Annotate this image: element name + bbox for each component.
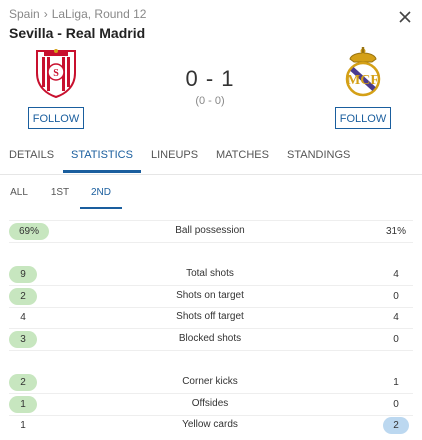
match-header: Spain › LaLiga, Round 12 Sevilla - Real Ma… xyxy=(0,0,422,140)
away-value: 0 xyxy=(393,399,399,410)
divider xyxy=(9,350,413,351)
stat-row-corner-kicks: 2 Corner kicks 1 xyxy=(0,371,422,393)
home-value: 69% xyxy=(9,223,49,240)
home-value: 4 xyxy=(20,312,26,323)
tab-standings[interactable]: STANDINGS xyxy=(287,142,350,173)
tab-statistics[interactable]: STATISTICS xyxy=(63,142,141,173)
stat-label: Shots off target xyxy=(176,311,244,322)
home-value: 1 xyxy=(20,420,26,431)
close-button[interactable] xyxy=(396,8,414,26)
stat-row-ball-possession: 69% Ball possession 31% xyxy=(0,220,422,242)
stat-row-shots-off-target: 4 Shots off target 4 xyxy=(0,306,422,328)
away-value: 4 xyxy=(393,269,399,280)
home-value: 3 xyxy=(9,331,37,348)
tab-details[interactable]: DETAILS xyxy=(9,142,54,173)
follow-away-button[interactable]: FOLLOW xyxy=(335,107,391,129)
away-value: 0 xyxy=(393,291,399,302)
breadcrumb-separator: › xyxy=(43,7,48,21)
subtab-all[interactable]: ALL xyxy=(8,180,30,209)
follow-home-button[interactable]: FOLLOW xyxy=(28,107,84,129)
breadcrumb-competition[interactable]: LaLiga, Round 12 xyxy=(52,7,147,21)
halftime-score: (0 - 0) xyxy=(195,95,225,107)
stat-label: Offsides xyxy=(191,398,229,409)
subtab-2nd[interactable]: 2ND xyxy=(80,180,122,209)
away-value: 31% xyxy=(385,226,406,237)
period-tabs: ALL 1ST 2ND xyxy=(0,180,422,210)
tab-matches[interactable]: MATCHES xyxy=(216,142,269,173)
home-team-logo[interactable]: S xyxy=(31,47,81,99)
away-value: 2 xyxy=(383,417,409,434)
sevilla-crest-icon: S xyxy=(36,49,76,99)
svg-text:MCF: MCF xyxy=(347,73,379,88)
stat-label: Total shots xyxy=(186,268,234,279)
tab-lineups[interactable]: LINEUPS xyxy=(151,142,198,173)
score: 0 - 1 xyxy=(185,66,235,91)
away-value: 0 xyxy=(393,334,399,345)
home-value: 2 xyxy=(9,288,37,305)
home-value: 2 xyxy=(9,374,37,391)
stat-label: Yellow cards xyxy=(182,419,238,430)
stat-row-blocked-shots: 3 Blocked shots 0 xyxy=(0,328,422,350)
stat-label: Blocked shots xyxy=(178,333,242,344)
home-value: 1 xyxy=(9,396,37,413)
stat-label: Ball possession xyxy=(175,225,245,236)
stat-row-shots-on-target: 2 Shots on target 0 xyxy=(0,285,422,307)
real-madrid-crest-icon: MCF xyxy=(345,47,381,97)
home-value: 9 xyxy=(9,266,37,283)
away-team-logo[interactable]: MCF xyxy=(338,45,388,97)
breadcrumb: Spain › LaLiga, Round 12 xyxy=(9,7,146,21)
close-icon xyxy=(399,11,411,23)
match-title: Sevilla - Real Madrid xyxy=(9,25,146,41)
stat-row-offsides: 1 Offsides 0 xyxy=(0,393,422,415)
divider xyxy=(9,242,413,243)
svg-text:S: S xyxy=(53,68,59,79)
subtab-1st[interactable]: 1ST xyxy=(48,180,72,209)
stat-row-yellow-cards: 1 Yellow cards 2 xyxy=(0,414,422,436)
stat-row-total-shots: 9 Total shots 4 xyxy=(0,263,422,285)
main-tabs: DETAILS STATISTICS LINEUPS MATCHES STAND… xyxy=(0,142,422,175)
away-value: 4 xyxy=(393,312,399,323)
breadcrumb-country[interactable]: Spain xyxy=(9,7,40,21)
away-value: 1 xyxy=(393,377,399,388)
stat-label: Shots on target xyxy=(176,290,244,301)
stat-label: Corner kicks xyxy=(182,376,238,387)
